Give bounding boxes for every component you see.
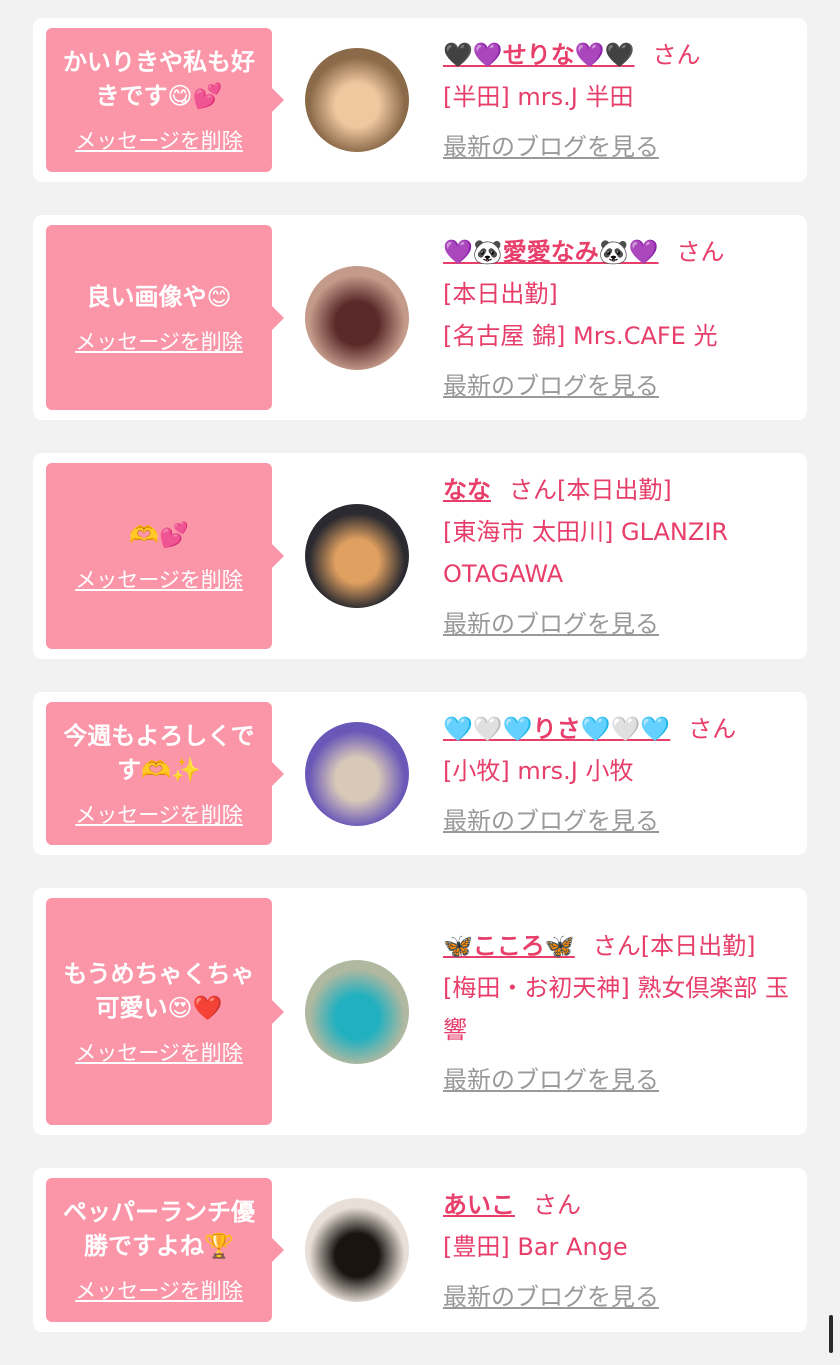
user-info: 🖤💜せりな💜🖤 さん [半田] mrs.J 半田 最新のブログを見る [443, 32, 794, 168]
message-text: 🫶💕 [129, 521, 189, 549]
message-card: かいりきや私も好きです😋💕 メッセージを削除 🖤💜せりな💜🖤 さん [半田] mr… [33, 18, 807, 182]
message-card: 良い画像や😊 メッセージを削除 💜🐼愛愛なみ🐼💜 さん [本日出勤] [名古屋 錦… [33, 215, 807, 420]
user-info: なな さん[本日出勤] [東海市 太田川] GLANZIR OTAGAWA 最新の… [443, 467, 794, 645]
shop-info: [梅田・お初天神] 熟女倶楽部 玉響 [443, 973, 789, 1044]
message-bubble: 今週もよろしくです🫶✨ メッセージを削除 [46, 702, 284, 845]
shop-info: [豊田] Bar Ange [443, 1233, 628, 1261]
latest-blog-link[interactable]: 最新のブログを見る [443, 365, 659, 407]
honorific: さん [592, 931, 641, 960]
honorific: さん [533, 1191, 581, 1219]
avatar[interactable] [305, 504, 409, 608]
honorific: さん [688, 714, 737, 743]
message-card: ペッパーランチ優勝ですよね🏆 メッセージを削除 あいこ さん [豊田] Bar A… [33, 1168, 807, 1332]
user-name-link[interactable]: あいこ [443, 1191, 515, 1219]
message-bubble: 良い画像や😊 メッセージを削除 [46, 225, 284, 410]
shop-info: [東海市 太田川] GLANZIR OTAGAWA [443, 518, 729, 588]
scrollbar[interactable] [829, 1315, 833, 1353]
shop-info: [小牧] mrs.J 小牧 [443, 756, 634, 785]
delete-message-link[interactable]: メッセージを削除 [75, 125, 243, 155]
message-card: 🫶💕 メッセージを削除 なな さん[本日出勤] [東海市 太田川] GLANZIR… [33, 453, 807, 659]
message-text: ペッパーランチ優勝ですよね🏆 [63, 1198, 255, 1260]
user-name-link[interactable]: 💜🐼愛愛なみ🐼💜 [443, 238, 659, 266]
message-bubble: ペッパーランチ優勝ですよね🏆 メッセージを削除 [46, 1178, 284, 1322]
avatar[interactable] [305, 48, 409, 152]
message-list: かいりきや私も好きです😋💕 メッセージを削除 🖤💜せりな💜🖤 さん [半田] mr… [33, 18, 807, 1365]
user-name-link[interactable]: なな [443, 476, 491, 504]
honorific: さん [652, 41, 701, 69]
latest-blog-link[interactable]: 最新のブログを見る [443, 1059, 659, 1101]
latest-blog-link[interactable]: 最新のブログを見る [443, 1276, 659, 1318]
message-text: かいりきや私も好きです😋💕 [63, 48, 255, 110]
user-info: 💜🐼愛愛なみ🐼💜 さん [本日出勤] [名古屋 錦] Mrs.CAFE 光 最新の… [443, 229, 794, 407]
delete-message-link[interactable]: メッセージを削除 [75, 799, 243, 829]
latest-blog-link[interactable]: 最新のブログを見る [443, 126, 659, 168]
message-card: もうめちゃくちゃ可愛い😍❤️ メッセージを削除 🦋こころ🦋 さん[本日出勤] [梅… [33, 888, 807, 1135]
avatar[interactable] [305, 721, 409, 826]
status-tag: [本日出勤] [640, 931, 756, 960]
status-tag: [本日出勤] [443, 279, 558, 308]
delete-message-link[interactable]: メッセージを削除 [75, 326, 243, 356]
honorific: さん [676, 237, 725, 266]
message-bubble: かいりきや私も好きです😋💕 メッセージを削除 [46, 28, 284, 172]
latest-blog-link[interactable]: 最新のブログを見る [443, 800, 659, 842]
shop-info: [名古屋 錦] Mrs.CAFE 光 [443, 321, 718, 350]
user-name-link[interactable]: 🩵🤍🩵りさ🩵🤍🩵 [443, 715, 670, 743]
honorific: さん [509, 476, 557, 504]
delete-message-link[interactable]: メッセージを削除 [75, 1037, 243, 1067]
user-info: 🦋こころ🦋 さん[本日出勤] [梅田・お初天神] 熟女倶楽部 玉響 最新のブログを… [443, 923, 794, 1101]
message-bubble: もうめちゃくちゃ可愛い😍❤️ メッセージを削除 [46, 898, 284, 1125]
avatar[interactable] [305, 1198, 409, 1302]
user-name-link[interactable]: 🖤💜せりな💜🖤 [443, 41, 635, 69]
message-bubble: 🫶💕 メッセージを削除 [46, 463, 284, 649]
delete-message-link[interactable]: メッセージを削除 [75, 1275, 243, 1305]
latest-blog-link[interactable]: 最新のブログを見る [443, 603, 659, 645]
message-text: 今週もよろしくです🫶✨ [63, 721, 255, 784]
avatar[interactable] [305, 265, 409, 370]
shop-info: [半田] mrs.J 半田 [443, 83, 634, 111]
user-info: あいこ さん [豊田] Bar Ange 最新のブログを見る [443, 1182, 794, 1318]
user-info: 🩵🤍🩵りさ🩵🤍🩵 さん [小牧] mrs.J 小牧 最新のブログを見る [443, 706, 794, 842]
message-card: 今週もよろしくです🫶✨ メッセージを削除 🩵🤍🩵りさ🩵🤍🩵 さん [小牧] mrs… [33, 692, 807, 855]
message-text: もうめちゃくちゃ可愛い😍❤️ [63, 959, 255, 1022]
avatar[interactable] [305, 959, 409, 1064]
user-name-link[interactable]: 🦋こころ🦋 [443, 932, 575, 960]
delete-message-link[interactable]: メッセージを削除 [75, 564, 243, 594]
status-tag: [本日出勤] [557, 476, 672, 504]
message-text: 良い画像や😊 [86, 282, 232, 311]
